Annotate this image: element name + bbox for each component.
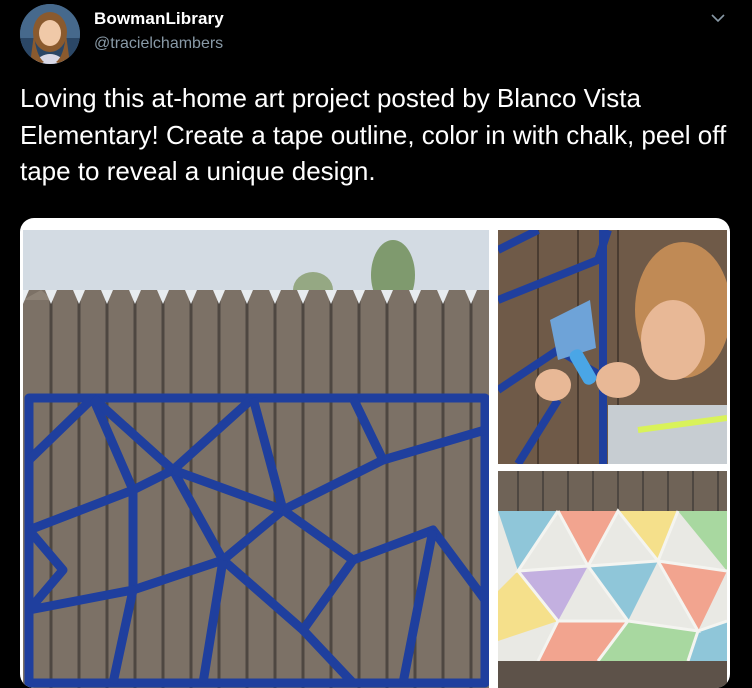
tweet-menu-button[interactable] <box>706 8 730 28</box>
media-grid <box>20 218 730 688</box>
avatar-image <box>20 4 80 64</box>
fence-tape-image <box>23 230 489 688</box>
photo-child-coloring-chalk[interactable] <box>498 230 727 464</box>
tweet-text: Loving this at-home art project posted b… <box>20 83 727 186</box>
chevron-down-icon <box>711 14 725 23</box>
fence-boards <box>23 290 489 688</box>
finished-design-image <box>498 471 727 688</box>
tweet: BowmanLibrary @tracielchambers Loving th… <box>0 0 752 688</box>
avatar[interactable] <box>20 4 80 64</box>
photo-fence-tape-outline[interactable] <box>23 230 489 688</box>
user-handle[interactable]: @tracielchambers <box>94 35 223 53</box>
display-name[interactable]: BowmanLibrary <box>94 9 224 29</box>
child-chalk-image <box>498 230 727 464</box>
photo-finished-chalk-design[interactable] <box>498 471 727 688</box>
chalk-mosaic <box>498 508 727 662</box>
